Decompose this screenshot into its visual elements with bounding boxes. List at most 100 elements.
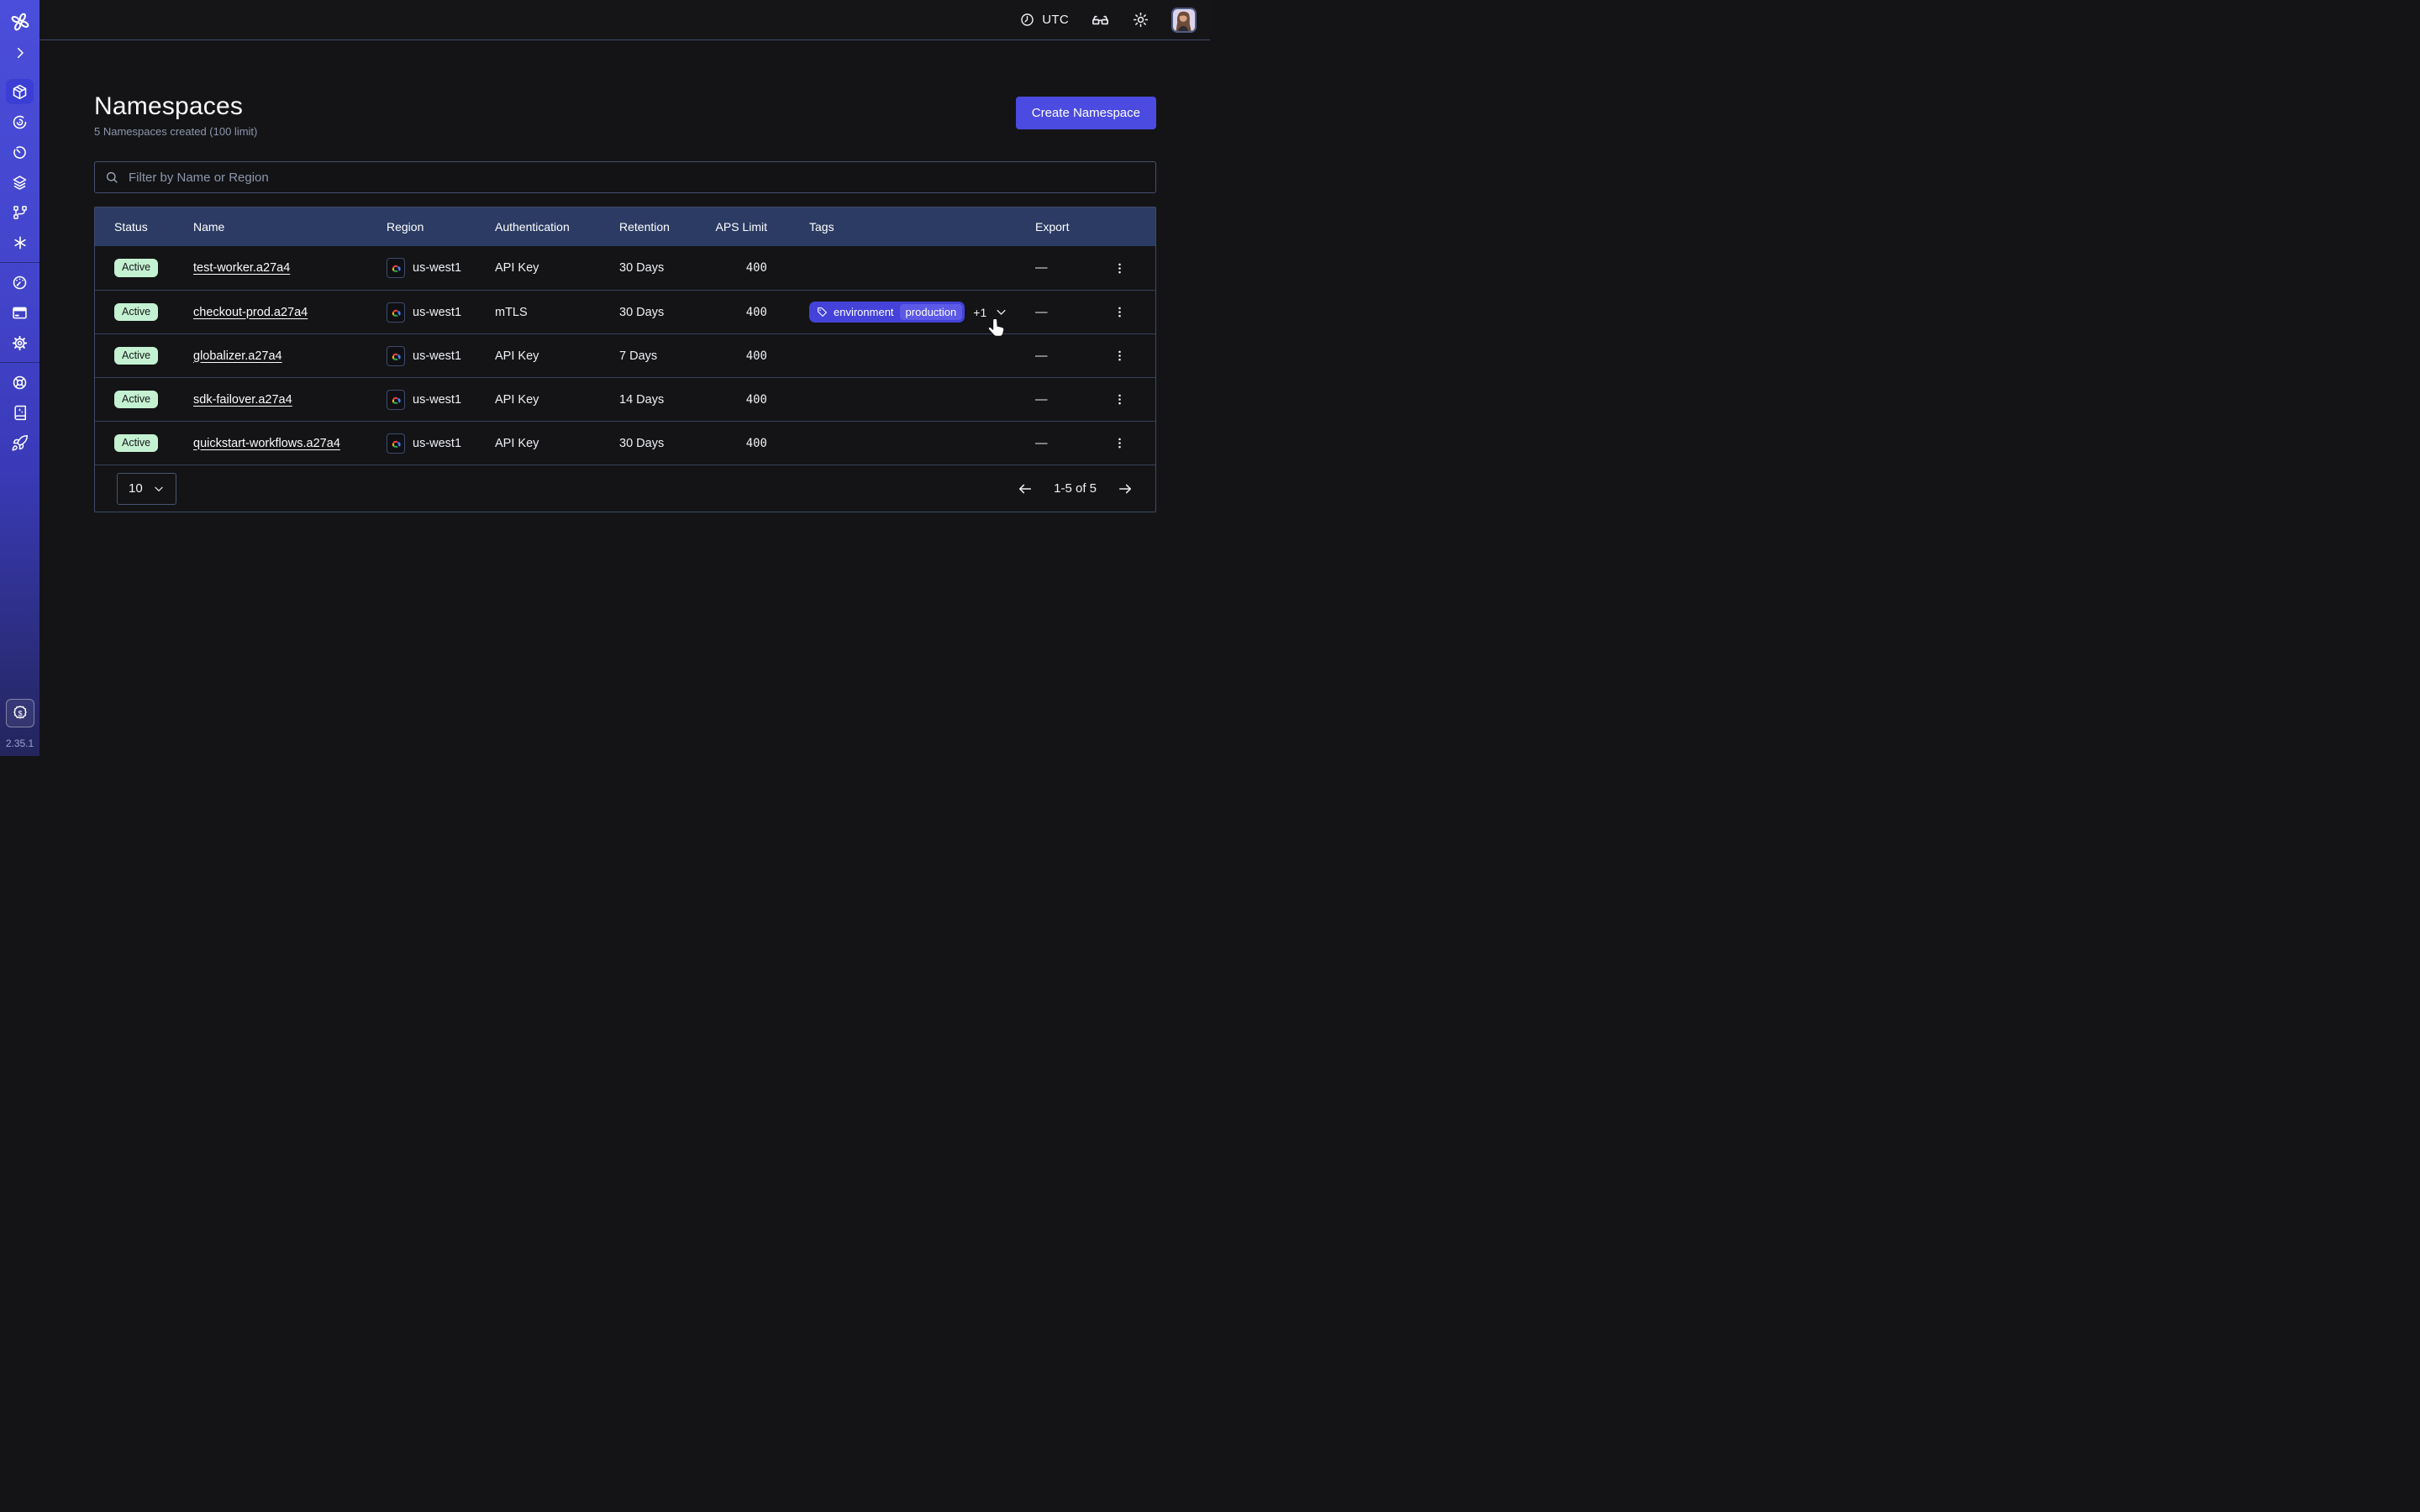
row-menu-button[interactable]	[1101, 436, 1138, 450]
row-menu-button[interactable]	[1101, 305, 1138, 319]
page-subtitle: 5 Namespaces created (100 limit)	[94, 125, 257, 138]
tag-value: production	[900, 304, 963, 320]
sidebar-item-usage[interactable]	[0, 267, 39, 297]
chevron-right-icon	[13, 45, 28, 60]
tag-pill[interactable]: environment production	[809, 302, 965, 323]
namespace-link[interactable]: globalizer.a27a4	[193, 349, 282, 363]
sidebar-item-nexus[interactable]	[0, 167, 39, 197]
credits-button[interactable]: $	[6, 699, 34, 727]
col-header-authentication: Authentication	[495, 220, 619, 234]
search-icon	[104, 170, 119, 185]
namespace-link[interactable]: test-worker.a27a4	[193, 261, 290, 275]
temporal-logo-icon[interactable]	[0, 6, 39, 38]
row-menu-button[interactable]	[1101, 392, 1138, 407]
kebab-menu-icon	[1113, 349, 1127, 363]
gcp-logo-icon	[387, 346, 405, 366]
avatar-image	[1173, 9, 1195, 31]
aps-limit-value: 400	[715, 393, 809, 407]
row-menu-button[interactable]	[1101, 349, 1138, 363]
aps-limit-value: 400	[715, 437, 809, 450]
auth-value: API Key	[495, 349, 619, 363]
export-value: —	[1035, 393, 1101, 407]
credits-badge-icon: $	[11, 704, 29, 722]
aps-limit-value: 400	[715, 306, 809, 319]
export-value: —	[1035, 306, 1101, 319]
layers-icon	[11, 174, 29, 192]
sidebar-item-billing[interactable]	[0, 297, 39, 328]
export-value: —	[1035, 261, 1101, 275]
arrow-right-icon	[1117, 480, 1134, 497]
retention-value: 14 Days	[619, 393, 715, 407]
timezone-selector[interactable]: UTC	[1019, 12, 1069, 28]
labs-toggle[interactable]	[1091, 10, 1110, 29]
retention-value: 30 Days	[619, 261, 715, 275]
region-label: us-west1	[413, 349, 461, 363]
theme-toggle[interactable]	[1132, 11, 1150, 29]
sidebar-item-batch-operations[interactable]	[0, 228, 39, 258]
table-row: Active checkout-prod.a27a4 us-west1	[95, 290, 1155, 333]
content: UTC	[39, 0, 1210, 756]
glasses-icon	[1091, 10, 1110, 29]
sidebar-expand-button[interactable]	[0, 38, 39, 68]
namespace-link[interactable]: sdk-failover.a27a4	[193, 393, 292, 407]
sidebar-item-schedules[interactable]	[0, 137, 39, 167]
namespace-link[interactable]: quickstart-workflows.a27a4	[193, 437, 340, 450]
gcp-logo-icon	[387, 390, 405, 410]
tags-expand-button[interactable]	[995, 306, 1007, 318]
col-header-region: Region	[387, 220, 495, 234]
user-avatar[interactable]	[1171, 8, 1197, 33]
auth-value: API Key	[495, 393, 619, 407]
export-value: —	[1035, 437, 1101, 450]
kebab-menu-icon	[1113, 436, 1127, 450]
sidebar-item-settings[interactable]	[0, 328, 39, 358]
col-header-retention: Retention	[619, 220, 715, 234]
sidebar-item-support[interactable]	[0, 367, 39, 397]
cube-icon	[11, 83, 29, 101]
page-size-select[interactable]: 10	[117, 473, 176, 505]
create-namespace-button[interactable]: Create Namespace	[1016, 97, 1156, 129]
timer-icon	[11, 144, 29, 161]
next-page-button[interactable]	[1117, 480, 1134, 497]
auth-value: API Key	[495, 437, 619, 450]
sidebar-item-deployments[interactable]	[0, 197, 39, 228]
status-badge: Active	[114, 434, 158, 453]
retention-value: 30 Days	[619, 437, 715, 450]
gcp-logo-icon	[387, 433, 405, 454]
retention-value: 30 Days	[619, 306, 715, 319]
sidebar-item-docs[interactable]	[0, 397, 39, 428]
gauge-icon	[11, 274, 29, 291]
timezone-label: UTC	[1042, 13, 1069, 27]
table-header-row: Status Name Region Authentication Retent…	[95, 207, 1155, 246]
sidebar: $ 2.35.1	[0, 0, 39, 756]
clock-icon	[1019, 12, 1035, 28]
sidebar-item-getting-started[interactable]	[0, 428, 39, 458]
tag-key: environment	[834, 306, 894, 318]
region-label: us-west1	[413, 393, 461, 407]
table-row: Active quickstart-workflows.a27a4 us-wes…	[95, 421, 1155, 465]
aps-limit-value: 400	[715, 349, 809, 363]
main: Namespaces 5 Namespaces created (100 lim…	[39, 40, 1210, 512]
status-badge: Active	[114, 391, 158, 409]
region-label: us-west1	[413, 261, 461, 275]
table-footer: 10 1-5 of 5	[95, 465, 1155, 512]
sidebar-item-workflows[interactable]	[0, 107, 39, 137]
app-version: 2.35.1	[6, 738, 34, 749]
pagination-range: 1-5 of 5	[1054, 481, 1097, 496]
asterisk-icon	[12, 234, 29, 251]
row-menu-button[interactable]	[1101, 261, 1138, 276]
region-label: us-west1	[413, 306, 461, 319]
sidebar-item-namespaces[interactable]	[0, 76, 39, 107]
spiral-eye-icon	[11, 113, 29, 131]
gcp-logo-icon	[387, 258, 405, 278]
col-header-tags: Tags	[809, 220, 1035, 234]
rocket-icon	[11, 434, 29, 452]
table-row: Active sdk-failover.a27a4 us-west1	[95, 377, 1155, 421]
tag-icon	[817, 307, 828, 318]
sidebar-divider	[0, 362, 39, 363]
lifebuoy-icon	[11, 374, 29, 391]
billing-card-icon	[11, 304, 29, 322]
namespace-link[interactable]: checkout-prod.a27a4	[193, 306, 308, 319]
filter-input[interactable]	[94, 161, 1156, 193]
prev-page-button[interactable]	[1017, 480, 1034, 497]
region-label: us-west1	[413, 437, 461, 450]
